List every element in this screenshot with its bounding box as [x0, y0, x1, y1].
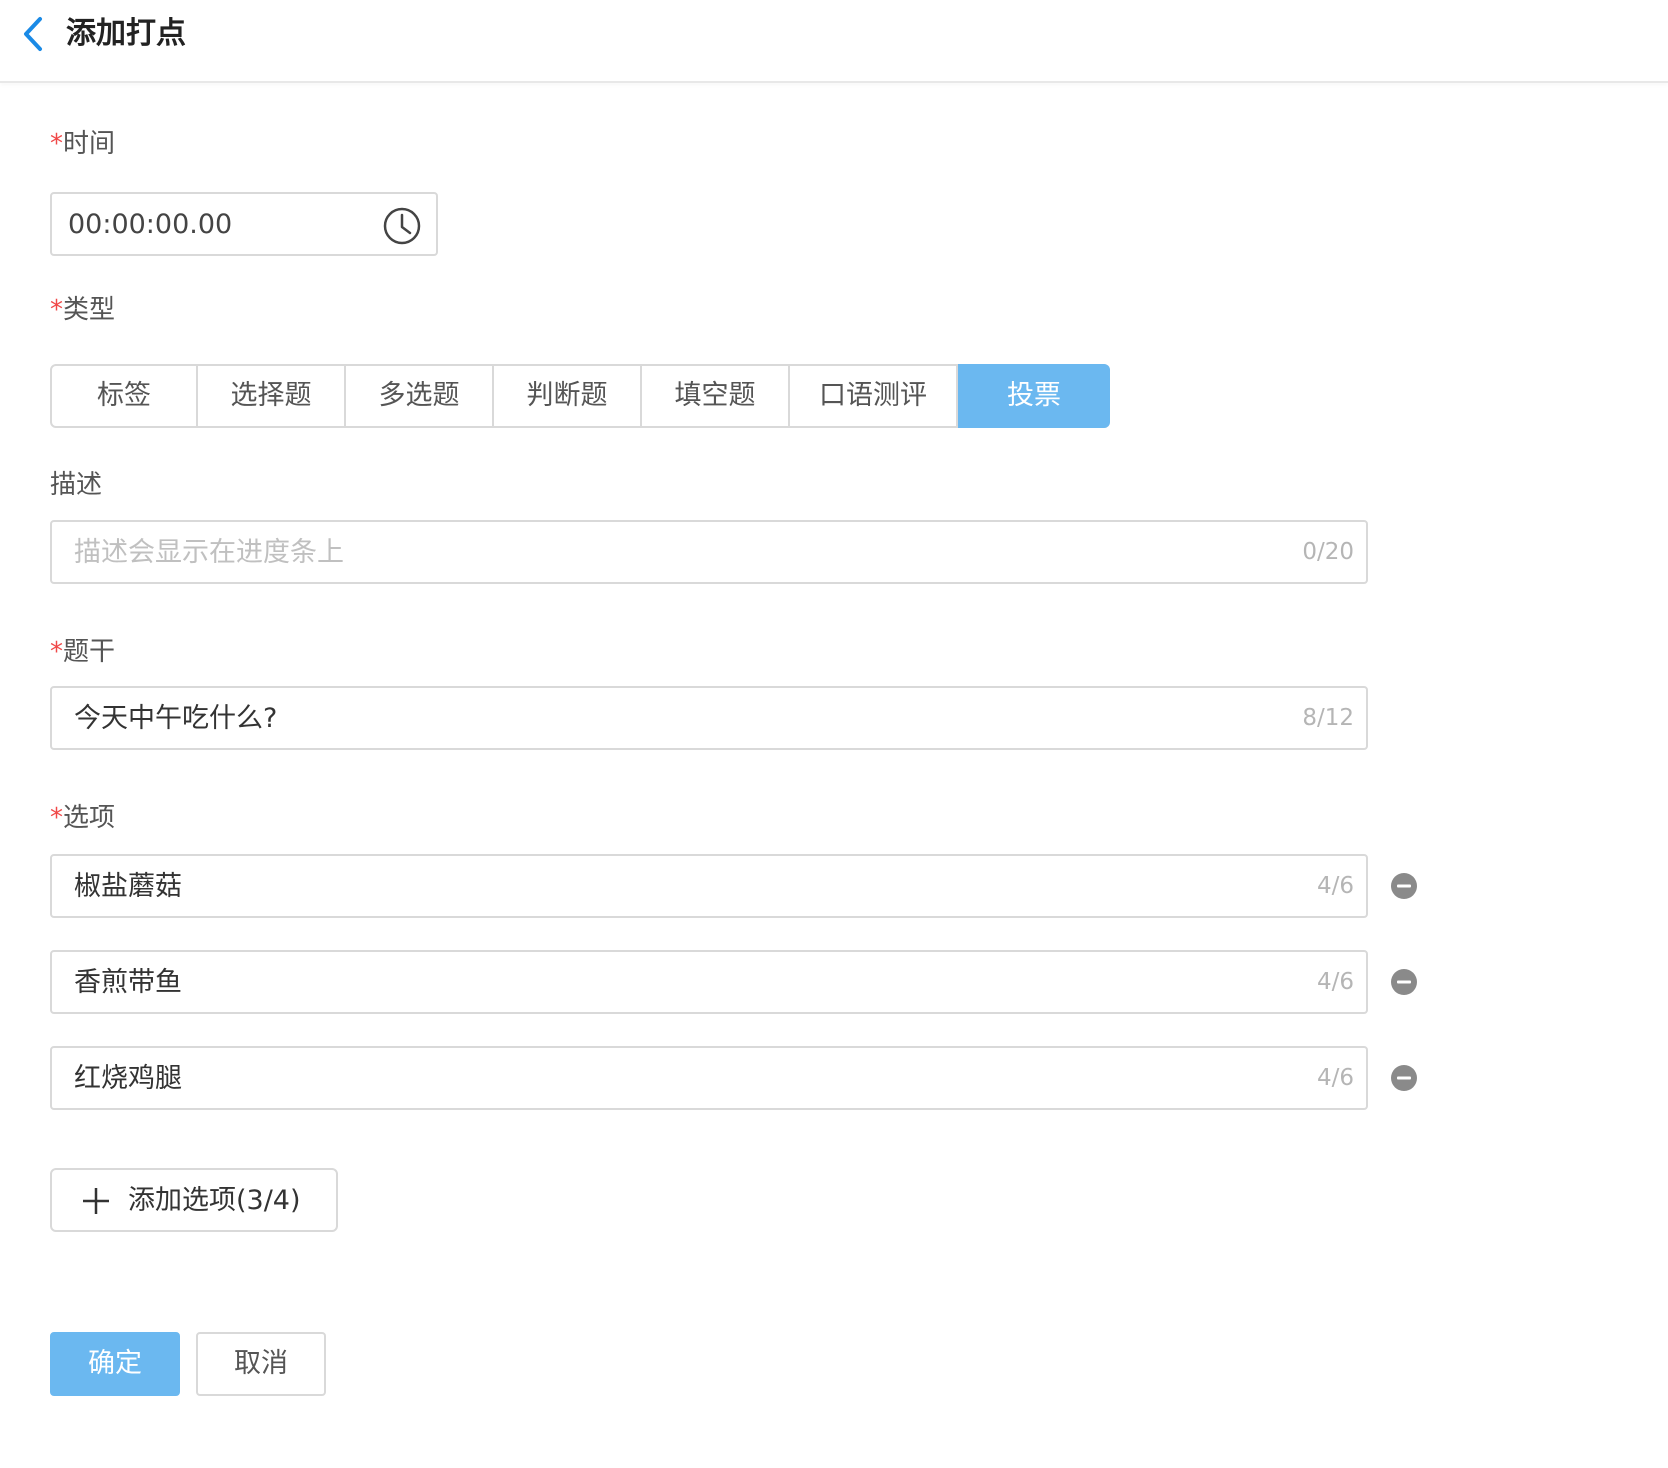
description-input[interactable]: 描述会显示在进度条上 0/20 — [50, 520, 1368, 584]
type-segmented-control: 标签 选择题 多选题 判断题 填空题 口语测评 投票 — [50, 364, 1110, 428]
page: 添加打点 *时间 00:00:00.00 *类型 标签 选择题 多选题 判断题 … — [0, 0, 1668, 1468]
type-option-tag[interactable]: 标签 — [52, 366, 198, 426]
page-title: 添加打点 — [66, 16, 186, 51]
add-option-label: 添加选项(3/4) — [128, 1185, 301, 1216]
stem-label-text: 题干 — [63, 637, 116, 667]
stem-counter: 8/12 — [1302, 705, 1354, 731]
add-option-button[interactable]: 添加选项(3/4) — [50, 1168, 338, 1232]
options-label: *选项 — [50, 800, 115, 836]
required-mark: * — [50, 803, 63, 833]
header-bar: 添加打点 — [0, 0, 1668, 83]
confirm-button[interactable]: 确定 — [50, 1332, 180, 1396]
plus-icon — [83, 1188, 109, 1214]
required-mark: * — [50, 637, 63, 667]
option-counter: 4/6 — [1316, 969, 1354, 995]
stem-value: 今天中午吃什么? — [74, 703, 278, 734]
stem-label: *题干 — [50, 634, 115, 670]
minus-circle-icon[interactable] — [1390, 872, 1418, 900]
description-counter: 0/20 — [1302, 539, 1354, 565]
time-label: *时间 — [50, 126, 115, 162]
type-option-single-choice[interactable]: 选择题 — [198, 366, 346, 426]
time-label-text: 时间 — [63, 129, 116, 159]
required-mark: * — [50, 129, 63, 159]
option-value: 椒盐蘑菇 — [74, 871, 182, 902]
description-placeholder: 描述会显示在进度条上 — [74, 537, 344, 568]
option-input-2[interactable]: 香煎带鱼 4/6 — [50, 950, 1368, 1014]
type-label-text: 类型 — [63, 295, 116, 325]
required-mark: * — [50, 295, 63, 325]
option-value: 红烧鸡腿 — [74, 1063, 182, 1094]
cancel-button[interactable]: 取消 — [196, 1332, 326, 1396]
type-option-fill-blank[interactable]: 填空题 — [642, 366, 790, 426]
option-counter: 4/6 — [1316, 873, 1354, 899]
time-input[interactable]: 00:00:00.00 — [50, 192, 438, 256]
clock-icon[interactable] — [382, 206, 422, 246]
option-value: 香煎带鱼 — [74, 967, 182, 998]
type-option-oral-eval[interactable]: 口语测评 — [790, 366, 958, 426]
time-value: 00:00:00.00 — [68, 209, 233, 240]
chevron-left-icon[interactable] — [20, 16, 48, 52]
type-option-multi-choice[interactable]: 多选题 — [346, 366, 494, 426]
stem-input[interactable]: 今天中午吃什么? 8/12 — [50, 686, 1368, 750]
option-input-3[interactable]: 红烧鸡腿 4/6 — [50, 1046, 1368, 1110]
option-counter: 4/6 — [1316, 1065, 1354, 1091]
type-label: *类型 — [50, 292, 115, 328]
type-option-true-false[interactable]: 判断题 — [494, 366, 642, 426]
minus-circle-icon[interactable] — [1390, 968, 1418, 996]
description-label: 描述 — [50, 470, 103, 500]
minus-circle-icon[interactable] — [1390, 1064, 1418, 1092]
options-label-text: 选项 — [63, 803, 116, 833]
type-option-vote[interactable]: 投票 — [958, 364, 1110, 428]
option-input-1[interactable]: 椒盐蘑菇 4/6 — [50, 854, 1368, 918]
